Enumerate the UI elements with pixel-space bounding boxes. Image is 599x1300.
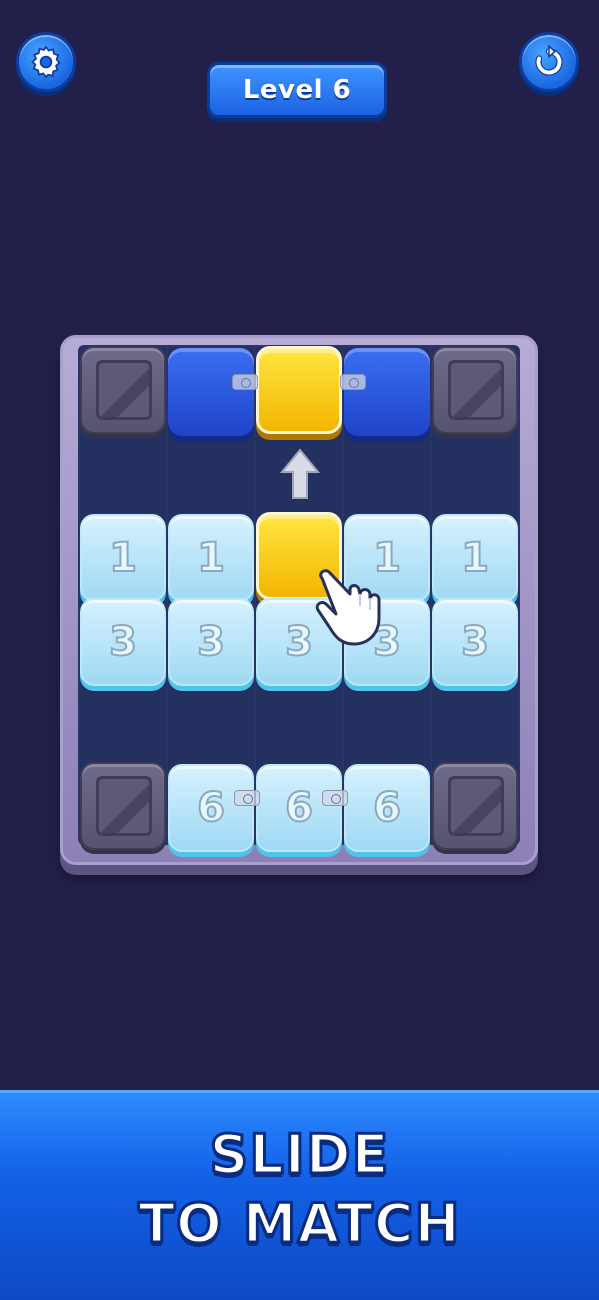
board-cell [344, 683, 430, 769]
ice-tile[interactable]: 3 [80, 598, 166, 686]
ice-number: 6 [196, 784, 226, 832]
ice-tile[interactable]: 1 [168, 514, 254, 602]
tile-link-connector [234, 790, 260, 806]
ice-tile[interactable]: 3 [168, 598, 254, 686]
tile-link-connector [340, 374, 366, 390]
ice-number: 3 [196, 618, 226, 666]
pointing-hand-icon [315, 569, 381, 646]
board-cell [432, 683, 518, 769]
ice-number: 3 [108, 618, 138, 666]
tile-link-connector [232, 374, 258, 390]
yellow-tile-target[interactable] [256, 346, 342, 434]
ice-tile[interactable]: 1 [432, 514, 518, 602]
board-cell [256, 683, 342, 769]
level-label: Level 6 [242, 75, 352, 105]
ice-tile[interactable]: 6 [168, 764, 254, 852]
blue-tile[interactable] [168, 348, 254, 436]
crate-block [80, 346, 166, 434]
banner-title-line-1: SLIDE [208, 1122, 390, 1188]
promo-banner: SLIDE TO MATCH [0, 1090, 599, 1300]
tile-link-connector [322, 790, 348, 806]
banner-title-line-2: TO MATCH [137, 1191, 462, 1257]
crate-plank [448, 776, 504, 836]
ice-number: 6 [284, 784, 314, 832]
board-cell [432, 431, 518, 517]
crate-plank [96, 776, 152, 836]
arrow-up-icon [280, 448, 320, 499]
crate-plank [448, 360, 504, 420]
restart-icon [535, 44, 563, 76]
level-indicator: Level 6 [207, 62, 387, 118]
ice-number: 6 [372, 784, 402, 832]
ice-number: 1 [460, 534, 490, 582]
crate-block [432, 346, 518, 434]
blue-tile[interactable] [344, 348, 430, 436]
board-cell [168, 683, 254, 769]
board-cell [168, 431, 254, 517]
ice-number: 3 [460, 618, 490, 666]
restart-button[interactable] [519, 32, 579, 92]
ice-tile[interactable]: 3 [432, 598, 518, 686]
ice-number: 1 [108, 534, 138, 582]
board-cell [80, 431, 166, 517]
ice-number: 1 [196, 534, 226, 582]
board-cell [80, 683, 166, 769]
ice-tile[interactable]: 6 [256, 764, 342, 852]
crate-block [432, 762, 518, 850]
crate-block [80, 762, 166, 850]
settings-button[interactable] [16, 32, 76, 92]
ice-tile[interactable]: 6 [344, 764, 430, 852]
crate-plank [96, 360, 152, 420]
board-cell [344, 431, 430, 517]
gear-icon [31, 45, 61, 79]
ice-tile[interactable]: 1 [80, 514, 166, 602]
